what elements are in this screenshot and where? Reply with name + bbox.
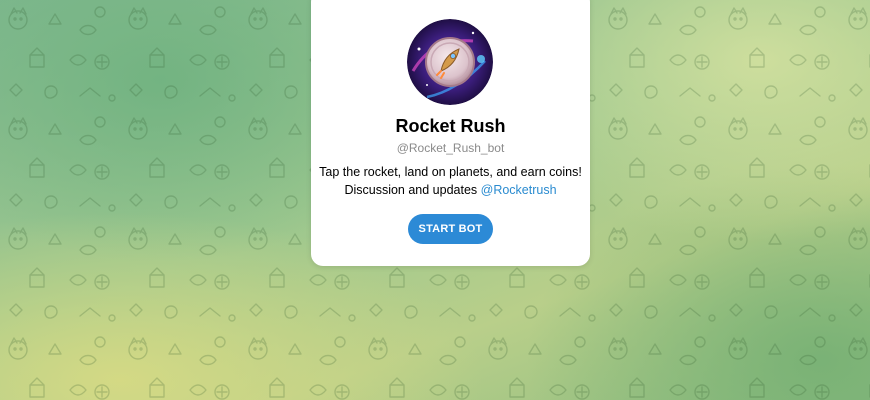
description-line-1: Tap the rocket, land on planets, and ear… [319, 165, 582, 179]
channel-link[interactable]: @Rocketrush [481, 183, 557, 197]
description-prefix: Discussion and updates [344, 183, 481, 197]
bot-info-card: Rocket Rush @Rocket_Rush_bot Tap the roc… [311, 0, 590, 266]
bot-username: @Rocket_Rush_bot [396, 141, 505, 155]
start-bot-button[interactable]: START BOT [408, 214, 493, 244]
bot-avatar [407, 19, 493, 105]
rocket-coin-icon [407, 19, 493, 105]
bot-description: Tap the rocket, land on planets, and ear… [311, 163, 590, 199]
description-line-2: Discussion and updates @Rocketrush [311, 181, 590, 199]
bot-name: Rocket Rush [395, 116, 506, 136]
